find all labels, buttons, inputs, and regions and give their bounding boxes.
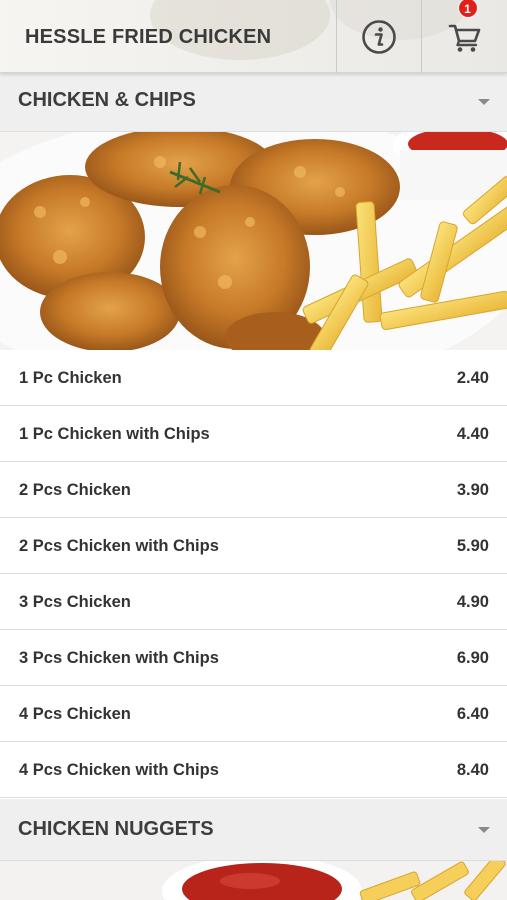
category-photo-chicken-nuggets xyxy=(0,861,507,900)
menu-item[interactable]: 4 Pcs Chicken 6.40 xyxy=(0,686,507,742)
menu-item[interactable]: 3 Pcs Chicken 4.90 xyxy=(0,574,507,630)
menu-item[interactable]: 3 Pcs Chicken with Chips 6.90 xyxy=(0,630,507,686)
item-price: 4.40 xyxy=(456,425,489,443)
item-name: 3 Pcs Chicken xyxy=(19,593,131,611)
category-header-chicken-chips[interactable]: CHICKEN & CHIPS xyxy=(0,72,507,132)
menu-item[interactable]: 1 Pc Chicken 2.40 xyxy=(0,350,507,406)
menu-item[interactable]: 1 Pc Chicken with Chips 4.40 xyxy=(0,406,507,462)
cart-count-badge: 1 xyxy=(457,0,478,18)
item-name: 4 Pcs Chicken xyxy=(19,705,131,723)
menu-item[interactable]: 4 Pcs Chicken with Chips 8.40 xyxy=(0,742,507,798)
cart-button[interactable]: 1 xyxy=(422,0,507,73)
menu-item[interactable]: 2 Pcs Chicken with Chips 5.90 xyxy=(0,518,507,574)
category-title: CHICKEN NUGGETS xyxy=(18,818,214,840)
item-name: 2 Pcs Chicken with Chips xyxy=(19,537,219,555)
item-name: 1 Pc Chicken xyxy=(19,369,122,387)
item-name: 2 Pcs Chicken xyxy=(19,481,131,499)
chevron-down-icon xyxy=(478,99,490,105)
item-price: 5.90 xyxy=(456,537,489,555)
item-price: 6.40 xyxy=(456,705,489,723)
info-icon xyxy=(362,19,396,54)
app-title: HESSLE FRIED CHICKEN xyxy=(25,26,272,48)
item-name: 3 Pcs Chicken with Chips xyxy=(19,649,219,667)
item-name: 4 Pcs Chicken with Chips xyxy=(19,761,219,779)
item-price: 3.90 xyxy=(456,481,489,499)
info-button[interactable] xyxy=(337,0,421,73)
category-header-chicken-nuggets[interactable]: CHICKEN NUGGETS xyxy=(0,799,507,861)
item-price: 6.90 xyxy=(456,649,489,667)
item-price: 2.40 xyxy=(456,369,489,387)
category-title: CHICKEN & CHIPS xyxy=(18,89,196,111)
app-header: HESSLE FRIED CHICKEN 1 xyxy=(0,0,507,73)
category-photo-chicken-chips xyxy=(0,132,507,350)
menu-item[interactable]: 2 Pcs Chicken 3.90 xyxy=(0,462,507,518)
item-price: 8.40 xyxy=(456,761,489,779)
chevron-down-icon xyxy=(478,827,490,833)
cart-icon xyxy=(448,24,480,52)
item-price: 4.90 xyxy=(456,593,489,611)
item-name: 1 Pc Chicken with Chips xyxy=(19,425,210,443)
